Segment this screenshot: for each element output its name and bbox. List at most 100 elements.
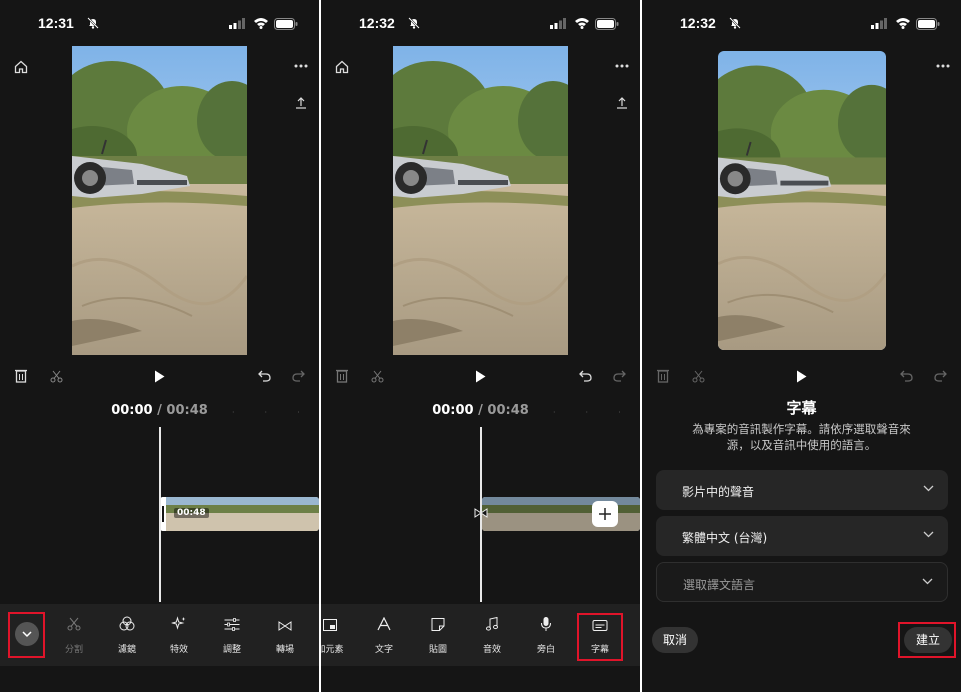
chevron-down-icon (923, 531, 934, 538)
timecode-separator: / (478, 403, 483, 418)
tool-filters[interactable]: 濾鏡 (100, 604, 154, 666)
tool-transitions[interactable]: 轉場 (258, 604, 312, 666)
tool-label: 文字 (374, 645, 393, 655)
highlight-box (577, 613, 623, 661)
battery-icon (595, 18, 619, 30)
clip-duration: 00:48 (174, 508, 209, 518)
tool-voiceover[interactable]: 旁白 (519, 604, 573, 666)
tool-effects[interactable]: 特效 (152, 604, 206, 666)
wifi-icon (895, 17, 911, 29)
microphone-icon (541, 616, 551, 635)
more-options-icon[interactable] (615, 64, 629, 68)
scissors-icon[interactable] (692, 370, 705, 383)
music-note-icon (486, 616, 498, 635)
translation-language-select[interactable]: 選取譯文語言 (656, 562, 948, 602)
status-time: 12:32 (359, 15, 395, 31)
status-time: 12:32 (680, 15, 716, 31)
timecode-total: 00:48 (487, 403, 529, 418)
redo-icon[interactable] (292, 370, 305, 382)
tool-label: 轉場 (275, 645, 294, 655)
captions-sheet-screen: 12:32 字幕 為專案的音訊製作字幕。請依序選取聲音來源，以及音訊中使用的語言… (642, 0, 961, 692)
video-preview[interactable] (393, 46, 568, 355)
signal-icon (871, 18, 887, 29)
redo-icon[interactable] (934, 370, 947, 382)
tool-text[interactable]: 文字 (357, 604, 411, 666)
timecode-separator: / (157, 403, 162, 418)
tool-label: 音效 (482, 645, 501, 655)
sticker-icon (431, 616, 445, 635)
bell-muted-icon (87, 17, 99, 29)
tool-adjust[interactable]: 調整 (205, 604, 259, 666)
play-icon[interactable] (796, 370, 807, 383)
export-icon[interactable] (296, 97, 306, 109)
sparkle-icon (170, 616, 187, 635)
tool-label: 特效 (169, 645, 188, 655)
more-options-icon[interactable] (936, 64, 950, 68)
timeline-ruler: ··· (232, 408, 300, 417)
tool-split[interactable]: 分割 (47, 604, 101, 666)
sliders-icon (224, 616, 240, 635)
language-select[interactable]: 繁體中文 (台灣) (656, 516, 948, 556)
undo-icon[interactable] (900, 370, 913, 382)
wifi-icon (253, 17, 269, 29)
cancel-button[interactable]: 取消 (652, 627, 698, 653)
add-clip-icon[interactable] (592, 501, 618, 527)
undo-icon[interactable] (579, 370, 592, 382)
play-icon[interactable] (475, 370, 486, 383)
status-bar: 12:32 (321, 14, 640, 34)
battery-icon (916, 18, 940, 30)
more-options-icon[interactable] (294, 64, 308, 68)
timecode-total: 00:48 (166, 403, 208, 418)
chevron-down-icon (922, 578, 933, 585)
timeline-ruler: ··· (553, 408, 621, 417)
tool-label: 貼圖 (428, 645, 447, 655)
highlight-box (898, 622, 956, 658)
tool-label: 旁白 (536, 645, 555, 655)
editor-screen-timeline: 12:31 00:00 / 00:48 ··· 00:48 (0, 0, 319, 692)
sheet-description: 為專案的音訊製作字幕。請依序選取聲音來源，以及音訊中使用的語言。 (692, 422, 911, 452)
tool-label: 分割 (64, 645, 83, 655)
redo-icon[interactable] (613, 370, 626, 382)
wifi-icon (574, 17, 590, 29)
audio-source-select[interactable]: 影片中的聲音 (656, 470, 948, 510)
play-icon[interactable] (154, 370, 165, 383)
playhead[interactable] (480, 427, 482, 602)
tool-add-element[interactable]: 加元素 (321, 604, 357, 666)
delete-icon[interactable] (657, 369, 669, 383)
edit-toolbar: 分割 濾鏡 特效 調整 轉場 (0, 604, 319, 666)
delete-icon[interactable] (15, 369, 27, 383)
bell-muted-icon (729, 17, 741, 29)
home-icon[interactable] (335, 60, 349, 74)
select-value: 繁體中文 (台灣) (682, 531, 768, 545)
status-time: 12:31 (38, 15, 74, 31)
status-bar: 12:32 (642, 14, 961, 34)
text-icon (377, 616, 391, 635)
export-icon[interactable] (617, 97, 627, 109)
video-clip[interactable]: 00:48 (160, 497, 319, 531)
delete-icon[interactable] (336, 369, 348, 383)
tool-label: 調整 (222, 645, 241, 655)
timecode-current: 00:00 (111, 403, 153, 418)
tool-label: 加元素 (321, 645, 344, 655)
select-placeholder: 選取譯文語言 (683, 578, 756, 592)
editor-screen-add-menu: 12:32 00:00 / 00:48 ··· 加元素 (321, 0, 640, 692)
video-preview[interactable] (718, 51, 886, 350)
tool-label: 濾鏡 (117, 645, 136, 655)
sheet-title: 字幕 (786, 399, 817, 417)
tool-sound-effects[interactable]: 音效 (465, 604, 519, 666)
undo-icon[interactable] (258, 370, 271, 382)
bowtie-icon (278, 616, 292, 635)
select-value: 影片中的聲音 (682, 485, 755, 499)
scissors-icon[interactable] (371, 370, 384, 383)
timecode-current: 00:00 (432, 403, 474, 418)
video-preview[interactable] (72, 46, 247, 355)
highlight-box (8, 612, 45, 658)
status-bar: 12:31 (0, 14, 319, 34)
signal-icon (229, 18, 245, 29)
scissors-icon[interactable] (50, 370, 63, 383)
tool-stickers[interactable]: 貼圖 (411, 604, 465, 666)
filters-icon (119, 616, 135, 635)
playhead[interactable] (159, 427, 161, 602)
signal-icon (550, 18, 566, 29)
home-icon[interactable] (14, 60, 28, 74)
